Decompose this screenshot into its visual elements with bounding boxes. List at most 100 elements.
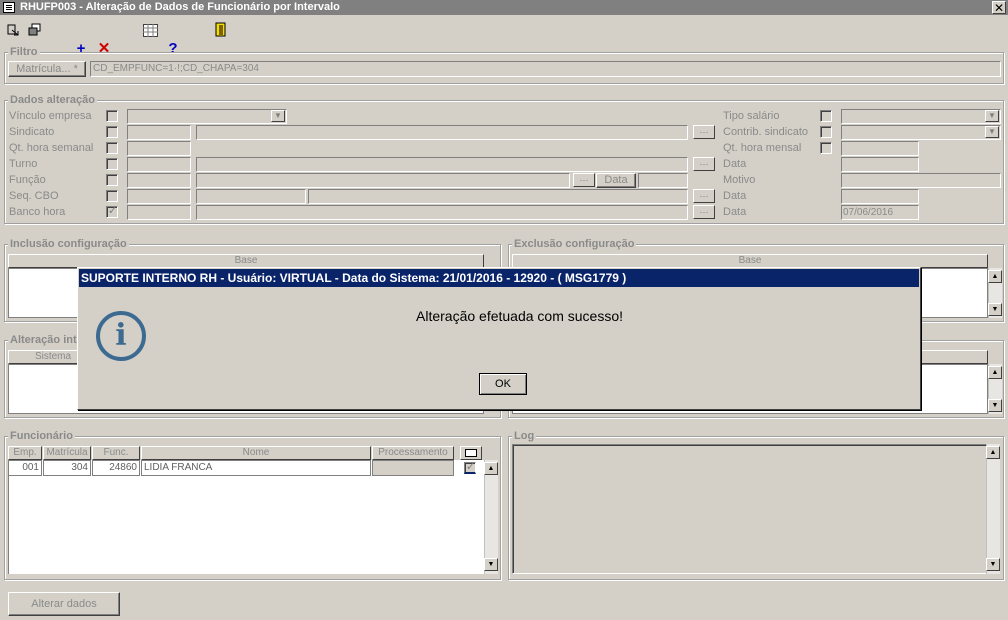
turno-desc-field[interactable]	[196, 157, 688, 172]
alteracao-int-label: Alteração int	[8, 334, 79, 346]
qt-hora-mensal-label: Qt. hora mensal	[723, 142, 802, 154]
cell-processamento[interactable]	[372, 460, 454, 476]
banco-hora-desc-field[interactable]	[196, 205, 688, 220]
alterar-dados-button[interactable]: Alterar dados	[8, 592, 120, 616]
vinculo-dropdown-icon[interactable]: ▼	[271, 110, 285, 122]
exclusao-scroll-down-icon[interactable]: ▼	[988, 303, 1002, 316]
motivo-field[interactable]	[841, 173, 1001, 188]
exclusao-scroll-up-icon[interactable]: ▲	[988, 270, 1002, 283]
table-row[interactable]: 001 304 24860 LIDIA FRANCA	[8, 460, 484, 476]
query-field[interactable]: CD_EMPFUNC=1·!;CD_CHAPA=304	[90, 61, 1001, 77]
funcao-label: Função	[9, 174, 46, 186]
funcionario-label: Funcionário	[8, 430, 75, 442]
sindicato-code-field[interactable]	[127, 125, 191, 140]
banco-hora-data-field[interactable]: 07/06/2016	[841, 205, 919, 220]
calendar-grid-icon[interactable]	[143, 24, 158, 37]
dados-alteracao-label: Dados alteração	[8, 94, 97, 106]
qt-hora-semanal-field[interactable]	[127, 141, 191, 156]
ok-button[interactable]: OK	[479, 373, 527, 395]
col-select-all-header[interactable]	[460, 446, 482, 460]
tipo-salario-checkbox[interactable]	[820, 110, 832, 122]
vinculo-empresa-label: Vínculo empresa	[9, 110, 92, 122]
cbo-data-field[interactable]	[841, 189, 919, 204]
exclusao-label: Exclusão configuração	[512, 238, 637, 250]
seq-cbo-sub-field[interactable]	[196, 189, 306, 204]
dialog-title: SUPORTE INTERNO RH - Usuário: VIRTUAL - …	[79, 269, 919, 287]
seq-cbo-desc-field[interactable]	[308, 189, 688, 204]
banco-hora-label: Banco hora	[9, 206, 66, 218]
app-icon	[3, 2, 15, 13]
banco-hora-lov-icon[interactable]: ⋯	[693, 205, 715, 219]
filtro-label: Filtro	[8, 46, 40, 58]
door-exit-icon[interactable]	[214, 22, 228, 38]
alteracao-scroll-up-icon[interactable]: ▲	[988, 366, 1002, 379]
turno-lov-icon[interactable]: ⋯	[693, 157, 715, 171]
seq-cbo-checkbox[interactable]	[106, 190, 118, 202]
turno-label: Turno	[9, 158, 38, 170]
funcao-desc-field[interactable]	[196, 173, 570, 188]
sindicato-label: Sindicato	[9, 126, 55, 138]
window-title: RHUFP003 - Alteração de Dados de Funcion…	[20, 1, 340, 13]
col-emp-header: Emp.	[8, 446, 42, 460]
contrib-dropdown-icon[interactable]: ▼	[985, 126, 999, 138]
info-icon: i	[96, 311, 146, 361]
cell-matricula[interactable]: 304	[43, 460, 91, 476]
tipo-salario-select[interactable]	[841, 109, 1001, 124]
contrib-sindicato-checkbox[interactable]	[820, 126, 832, 138]
seq-cbo-lov-icon[interactable]: ⋯	[693, 189, 715, 203]
funcao-data-field[interactable]	[638, 173, 688, 188]
sindicato-checkbox[interactable]	[106, 126, 118, 138]
col-func-header: Func.	[92, 446, 140, 460]
funcao-code-field[interactable]	[127, 173, 191, 188]
log-textarea[interactable]	[512, 444, 988, 574]
contrib-sindicato-select[interactable]	[841, 125, 1001, 140]
seq-cbo-label: Seq. CBO	[9, 190, 59, 202]
contrib-sindicato-label: Contrib. sindicato	[723, 126, 808, 138]
col-processamento-header: Processamento	[372, 446, 454, 460]
cell-emp[interactable]: 001	[8, 460, 42, 476]
row-select-checkbox[interactable]	[464, 460, 476, 474]
tipo-salario-label: Tipo salário	[723, 110, 780, 122]
qt-hora-mensal-checkbox[interactable]	[820, 142, 832, 154]
col-matricula-header: Matrícula	[43, 446, 91, 460]
window-title-bar: RHUFP003 - Alteração de Dados de Funcion…	[0, 0, 1008, 15]
turno-checkbox[interactable]	[106, 158, 118, 170]
select-all-box-icon[interactable]	[465, 449, 477, 457]
cell-func[interactable]: 24860	[92, 460, 140, 476]
sindicato-desc-field[interactable]	[196, 125, 688, 140]
inclusao-base-header: Base	[8, 254, 484, 268]
exclusao-base-header: Base	[512, 254, 988, 268]
funcionario-scroll-up-icon[interactable]: ▲	[484, 462, 498, 475]
sindicato-lov-icon[interactable]: ⋯	[693, 125, 715, 139]
cell-nome[interactable]: LIDIA FRANCA	[141, 460, 371, 476]
matricula-button[interactable]: Matrícula... *	[8, 61, 86, 77]
windows-icon[interactable]	[28, 23, 42, 37]
banco-hora-checkbox[interactable]	[106, 204, 118, 218]
alteracao-scroll-down-icon[interactable]: ▼	[988, 399, 1002, 412]
dialog-message: Alteração efetuada com sucesso!	[416, 308, 624, 324]
toolbar: + ✕ ?	[0, 18, 1008, 57]
qt-hora-semanal-checkbox[interactable]	[106, 142, 118, 154]
turno-data-field[interactable]	[841, 157, 919, 172]
funcao-lov-icon[interactable]: ⋯	[573, 173, 595, 187]
qt-hora-mensal-field[interactable]	[841, 141, 919, 156]
funcionario-scroll-down-icon[interactable]: ▼	[484, 558, 498, 571]
turno-data-label: Data	[723, 158, 747, 170]
banco-hora-code-field[interactable]	[127, 205, 191, 220]
exit-icon[interactable]	[7, 24, 19, 36]
vinculo-empresa-select[interactable]	[127, 109, 287, 124]
turno-code-field[interactable]	[127, 157, 191, 172]
vinculo-empresa-checkbox[interactable]	[106, 110, 118, 122]
close-window-button[interactable]: ✕	[992, 1, 1006, 14]
funcao-checkbox[interactable]	[106, 174, 118, 186]
funcao-data-label: Data	[596, 173, 636, 188]
log-scroll-down-icon[interactable]: ▼	[986, 558, 1000, 571]
cbo-data-label: Data	[723, 190, 747, 202]
funcionario-list	[8, 460, 484, 574]
log-scroll-up-icon[interactable]: ▲	[986, 446, 1000, 459]
log-scrollbar[interactable]	[986, 444, 1000, 574]
col-nome-header: Nome	[141, 446, 371, 460]
tipo-salario-dropdown-icon[interactable]: ▼	[985, 110, 999, 122]
funcionario-scrollbar[interactable]	[484, 460, 498, 574]
seq-cbo-code-field[interactable]	[127, 189, 191, 204]
